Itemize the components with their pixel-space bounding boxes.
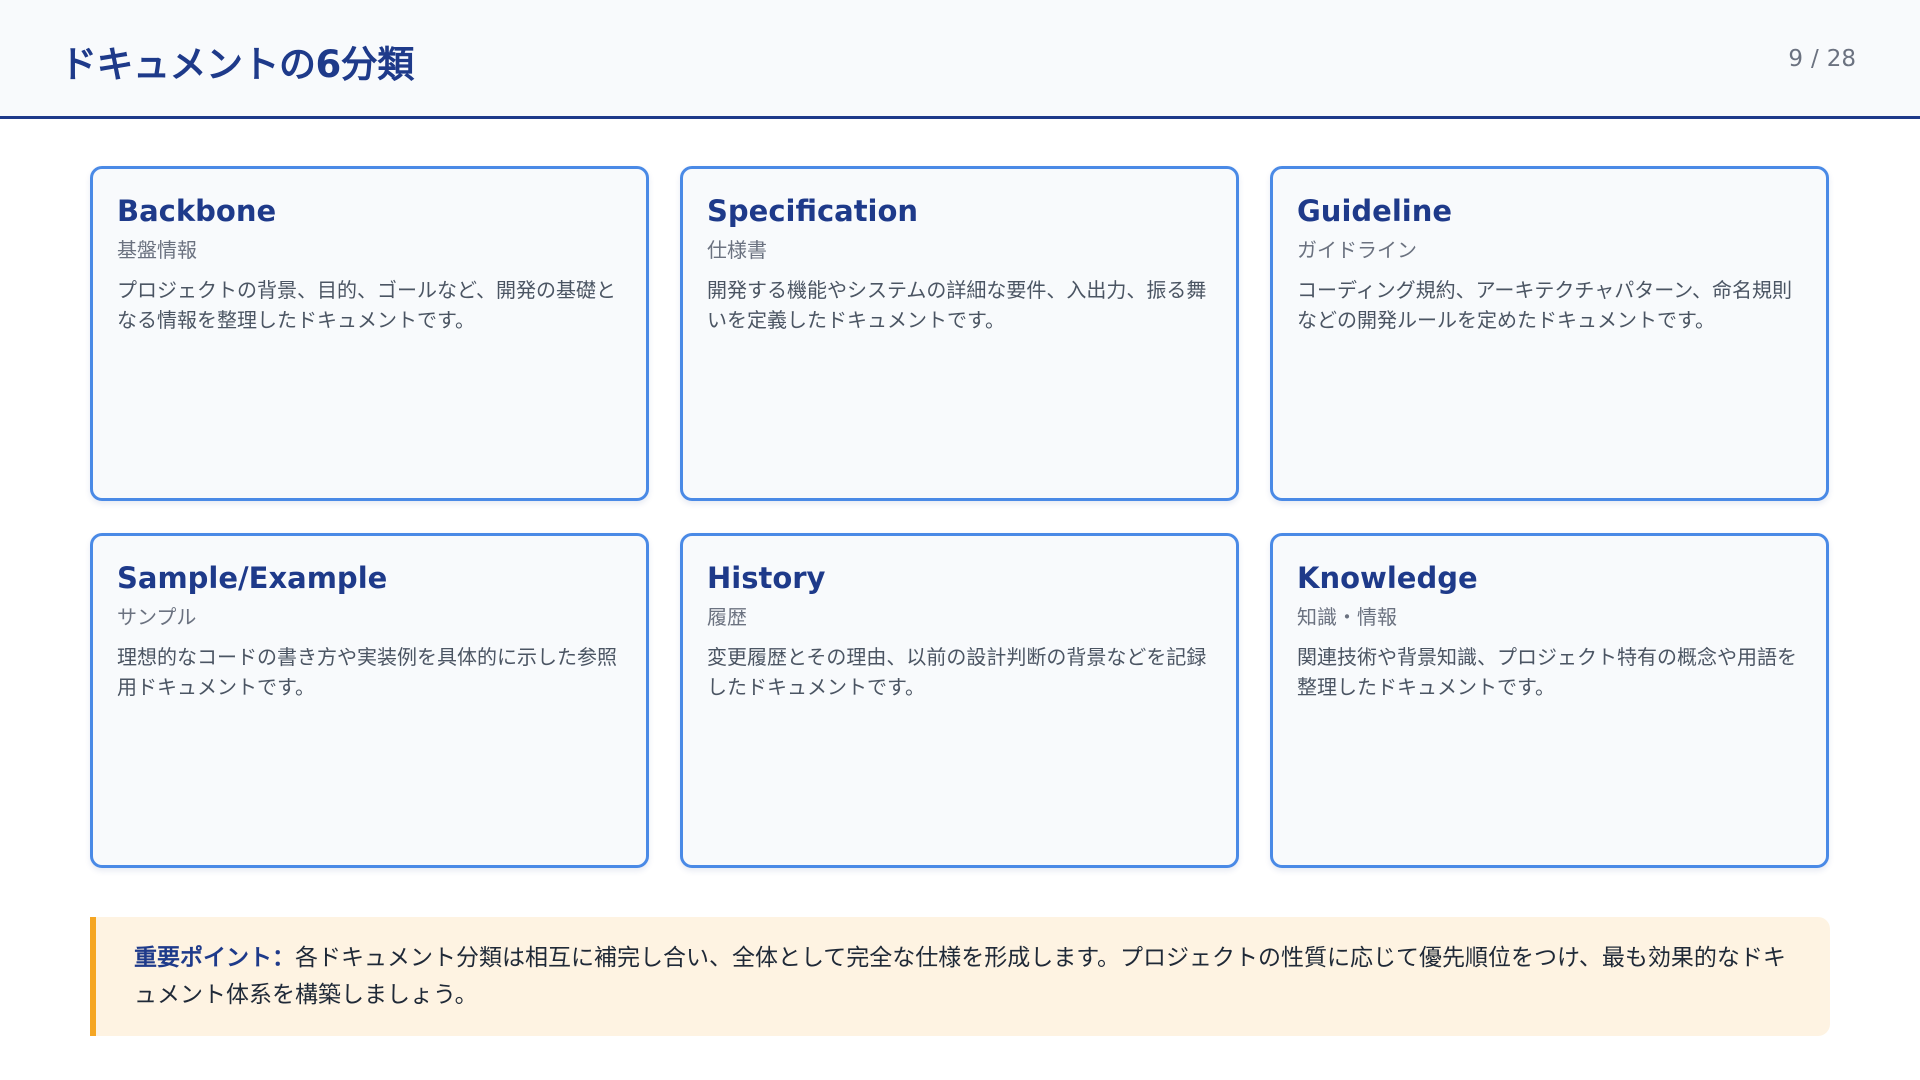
card-subtitle: 基盤情報 — [117, 238, 197, 262]
category-card-specification: Specification 仕様書 開発する機能やシステムの詳細な要件、入出力、… — [680, 166, 1239, 501]
category-card-knowledge: Knowledge 知識・情報 関連技術や背景知識、プロジェクト特有の概念や用語… — [1270, 533, 1829, 868]
slide-header: ドキュメントの6分類 9 / 28 — [0, 0, 1920, 119]
card-subtitle: ガイドライン — [1297, 238, 1417, 262]
page-total: 28 — [1826, 46, 1856, 72]
card-description: 開発する機能やシステムの詳細な要件、入出力、振る舞いを定義したドキュメントです。 — [707, 278, 1207, 332]
callout-text: 各ドキュメント分類は相互に補完し合い、全体として完全な仕様を形成します。プロジェ… — [134, 945, 1786, 1008]
category-card-backbone: Backbone 基盤情報 プロジェクトの背景、目的、ゴールなど、開発の基礎とな… — [90, 166, 649, 501]
card-description: 変更履歴とその理由、以前の設計判断の背景などを記録したドキュメントです。 — [707, 645, 1207, 699]
key-point-callout: 重要ポイント：各ドキュメント分類は相互に補完し合い、全体として完全な仕様を形成し… — [90, 917, 1830, 1036]
category-grid: Backbone 基盤情報 プロジェクトの背景、目的、ゴールなど、開発の基礎とな… — [90, 166, 1830, 868]
card-description: コーディング規約、アーキテクチャパターン、命名規則などの開発ルールを定めたドキュ… — [1297, 278, 1792, 332]
card-description: 理想的なコードの書き方や実装例を具体的に示した参照用ドキュメントです。 — [117, 645, 617, 699]
card-title: Sample/Example — [117, 561, 388, 595]
card-subtitle: 履歴 — [707, 605, 747, 629]
slide-title: ドキュメントの6分類 — [60, 43, 414, 86]
card-description: 関連技術や背景知識、プロジェクト特有の概念や用語を整理したドキュメントです。 — [1297, 645, 1797, 699]
page-separator: / — [1810, 46, 1819, 72]
card-title: History — [707, 561, 826, 595]
card-title: Backbone — [117, 194, 277, 228]
page-indicator: 9 / 28 — [1784, 46, 1860, 72]
card-description: プロジェクトの背景、目的、ゴールなど、開発の基礎となる情報を整理したドキュメント… — [117, 278, 616, 332]
card-subtitle: サンプル — [117, 605, 197, 629]
card-subtitle: 知識・情報 — [1297, 605, 1397, 629]
card-title: Knowledge — [1297, 561, 1478, 595]
category-card-history: History 履歴 変更履歴とその理由、以前の設計判断の背景などを記録したドキ… — [680, 533, 1239, 868]
card-subtitle: 仕様書 — [707, 238, 767, 262]
category-card-sample-example: Sample/Example サンプル 理想的なコードの書き方や実装例を具体的に… — [90, 533, 649, 868]
card-title: Specification — [707, 194, 919, 228]
category-card-guideline: Guideline ガイドライン コーディング規約、アーキテクチャパターン、命名… — [1270, 166, 1829, 501]
card-title: Guideline — [1297, 194, 1453, 228]
callout-label: 重要ポイント： — [134, 945, 295, 971]
page-current: 9 — [1788, 46, 1803, 72]
